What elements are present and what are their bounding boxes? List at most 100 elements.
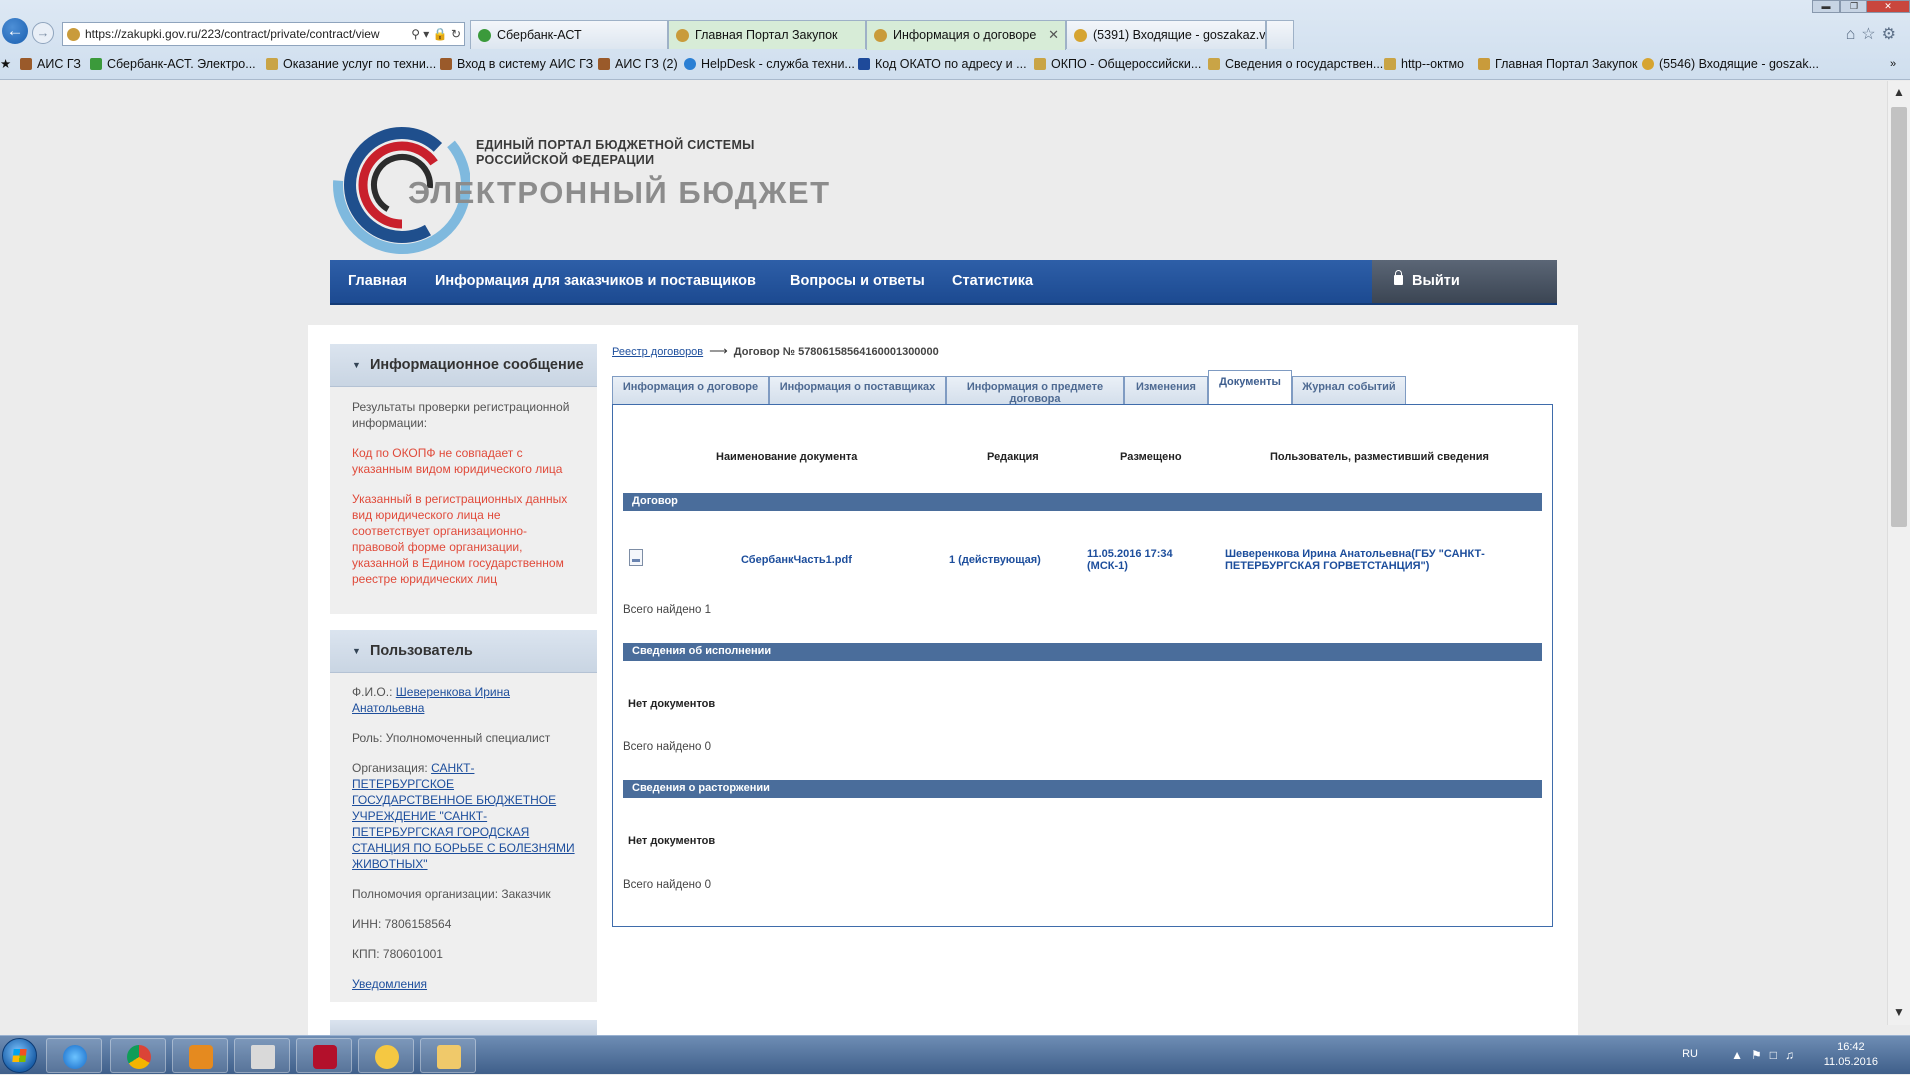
tab-event-log[interactable]: Журнал событий [1292, 376, 1406, 405]
taskbar-media[interactable] [172, 1038, 228, 1073]
user-panel: ▼ Пользователь Ф.И.О.: Шеверенкова Ирина… [330, 630, 597, 1002]
browser-tab-inbox[interactable]: (5391) Входящие - goszakaz.v... [1066, 20, 1266, 49]
menu-item-home[interactable]: Главная [348, 260, 407, 303]
tab-label: (5391) Входящие - goszakaz.v... [1093, 28, 1266, 42]
taskbar-ie[interactable] [46, 1038, 102, 1073]
tab-subject-info[interactable]: Информация о предмете договора [946, 376, 1124, 405]
emblem-favicon-icon [676, 29, 689, 42]
tab-changes[interactable]: Изменения [1124, 376, 1208, 405]
info-panel-header[interactable]: ▼ Информационное сообщение [330, 344, 597, 387]
user-fio: Ф.И.О.: Шеверенкова Ирина Анатольевна [330, 684, 597, 716]
windows-taskbar: RU ▲⚑□♫ 16:42 11.05.2016 [0, 1035, 1910, 1074]
document-user[interactable]: Шеверенкова Ирина Анатольевна(ГБУ "САНКТ… [1225, 548, 1505, 572]
browser-tab-contract-info[interactable]: Информация о договоре ✕ [866, 20, 1066, 50]
total-found: Всего найдено 0 [623, 741, 711, 753]
scroll-up-icon[interactable]: ▲ [1888, 85, 1910, 103]
column-header-user: Пользователь, разместивший сведения [1270, 451, 1489, 463]
tab-suppliers-info[interactable]: Информация о поставщиках [769, 376, 946, 405]
page-scrollbar[interactable]: ▲ ▼ [1887, 81, 1910, 1025]
fio-label: Ф.И.О.: [352, 685, 393, 699]
language-indicator[interactable]: RU [1682, 1048, 1698, 1060]
clock[interactable]: 16:42 11.05.2016 [1824, 1040, 1878, 1070]
taskbar-acrobat[interactable] [296, 1038, 352, 1073]
tab-documents[interactable]: Документы [1208, 370, 1292, 406]
bookmark[interactable]: Главная Портал Закупок [1478, 54, 1638, 74]
user-inn: ИНН: 7806158564 [352, 917, 452, 931]
column-header-posted: Размещено [1120, 451, 1182, 463]
address-tools-icon[interactable]: ⚲ ▾ 🔒 ↻ [407, 23, 461, 45]
tab-contract-info[interactable]: Информация о договоре [612, 376, 769, 405]
browser-tab-portal[interactable]: Главная Портал Закупок [668, 20, 866, 49]
bookmark[interactable]: Вход в систему АИС ГЗ [440, 54, 593, 74]
clock-time: 16:42 [1837, 1041, 1865, 1053]
taskbar-1c[interactable] [358, 1038, 414, 1073]
no-documents: Нет документов [628, 835, 716, 847]
info-intro: Результаты проверки регистрационной инфо… [352, 400, 570, 430]
user-panel-header[interactable]: ▼ Пользователь [330, 630, 597, 673]
section-header-termination: Сведения о расторжении [623, 780, 1542, 798]
back-button[interactable]: ← [2, 18, 28, 44]
taskbar-chrome[interactable] [110, 1038, 166, 1073]
mail-favicon-icon [1074, 29, 1087, 42]
sberbank-favicon-icon [478, 29, 491, 42]
new-tab-button[interactable] [1266, 20, 1294, 49]
media-player-icon [189, 1045, 213, 1069]
1c-icon [375, 1045, 399, 1069]
notifications: Уведомления [330, 976, 597, 992]
user-org-link[interactable]: САНКТ-ПЕТЕРБУРГСКОЕ ГОСУДАРСТВЕННОЕ БЮДЖ… [352, 761, 575, 871]
lock-icon [1394, 270, 1403, 285]
scroll-thumb[interactable] [1891, 107, 1907, 527]
bookmark[interactable]: Код ОКАТО по адресу и ... [858, 54, 1027, 74]
document-posted: 11.05.2016 17:34 (МСК-1) [1087, 548, 1173, 572]
scroll-down-icon[interactable]: ▼ [1888, 1005, 1910, 1023]
maximize-button[interactable]: ❐ [1840, 0, 1868, 13]
user-org: Организация: САНКТ-ПЕТЕРБУРГСКОЕ ГОСУДАР… [330, 760, 597, 872]
bookmark[interactable]: http--октмо [1384, 54, 1464, 74]
favorites-star-icon[interactable]: ★ [0, 54, 11, 74]
browser-chrome: ← → https://zakupki.gov.ru/223/contract/… [0, 0, 1910, 80]
home-favorites-settings-icons[interactable]: ⌂☆⚙ [1846, 24, 1902, 44]
bookmark[interactable]: Сбербанк-АСТ. Электро... [90, 54, 256, 74]
breadcrumb: Реестр договоров ⟶ Договор № 5780615856416… [612, 343, 939, 359]
no-documents: Нет документов [628, 698, 716, 710]
taskbar-app[interactable] [234, 1038, 290, 1073]
info-panel-title: Информационное сообщение [370, 357, 584, 373]
bookmark[interactable]: ОКПО - Общероссийски... [1034, 54, 1201, 74]
next-panel-header [330, 1020, 597, 1035]
browser-tab-sberbank[interactable]: Сбербанк-АСТ [470, 20, 668, 49]
menu-item-stats[interactable]: Статистика [952, 260, 1033, 303]
menu-item-info[interactable]: Информация для заказчиков и поставщиков [435, 260, 756, 303]
forward-button[interactable]: → [32, 22, 54, 44]
document-link[interactable]: СбербанкЧасть1.pdf [741, 554, 852, 566]
close-tab-icon[interactable]: ✕ [1048, 21, 1059, 49]
start-button[interactable] [2, 1038, 37, 1073]
menu-item-faq[interactable]: Вопросы и ответы [790, 260, 925, 303]
bookmark[interactable]: Сведения о государствен... [1208, 54, 1383, 74]
total-found: Всего найдено 0 [623, 879, 711, 891]
close-window-button[interactable]: ✕ [1866, 0, 1910, 13]
taskbar-explorer[interactable] [420, 1038, 476, 1073]
chevron-down-icon: ▼ [352, 646, 361, 656]
bookmark[interactable]: АИС ГЗ [20, 54, 81, 74]
logout-label: Выйти [1412, 273, 1460, 289]
tab-label: Главная Портал Закупок [695, 28, 838, 42]
tray-icons[interactable]: ▲⚑□♫ [1731, 1048, 1802, 1062]
bookmark[interactable]: Оказание услуг по техни... [266, 54, 436, 74]
bookmark[interactable]: АИС ГЗ (2) [598, 54, 678, 74]
bookmark[interactable]: HelpDesk - служба техни... [684, 54, 855, 74]
notifications-link[interactable]: Уведомления [352, 977, 427, 991]
document-edition: 1 (действующая) [949, 554, 1041, 566]
chevron-more-icon[interactable]: » [1890, 54, 1896, 74]
logout-button[interactable]: Выйти [1372, 260, 1557, 303]
address-bar[interactable]: https://zakupki.gov.ru/223/contract/priv… [62, 22, 465, 46]
minimize-button[interactable]: ▬ [1812, 0, 1840, 13]
user-role: Роль: Уполномоченный специалист [352, 731, 551, 745]
portal-subtitle: ЕДИНЫЙ ПОРТАЛ БЮДЖЕТНОЙ СИСТЕМЫ РОССИЙСК… [476, 138, 755, 168]
tab-label: Информация о договоре [893, 28, 1037, 42]
chevron-down-icon: ▼ [352, 360, 361, 370]
breadcrumb-registry-link[interactable]: Реестр договоров [612, 346, 703, 358]
bookmark[interactable]: (5546) Входящие - goszak... [1642, 54, 1819, 74]
section-header-contract: Договор [623, 493, 1542, 511]
document-file-icon[interactable] [629, 549, 643, 566]
internet-explorer-icon [63, 1045, 87, 1069]
